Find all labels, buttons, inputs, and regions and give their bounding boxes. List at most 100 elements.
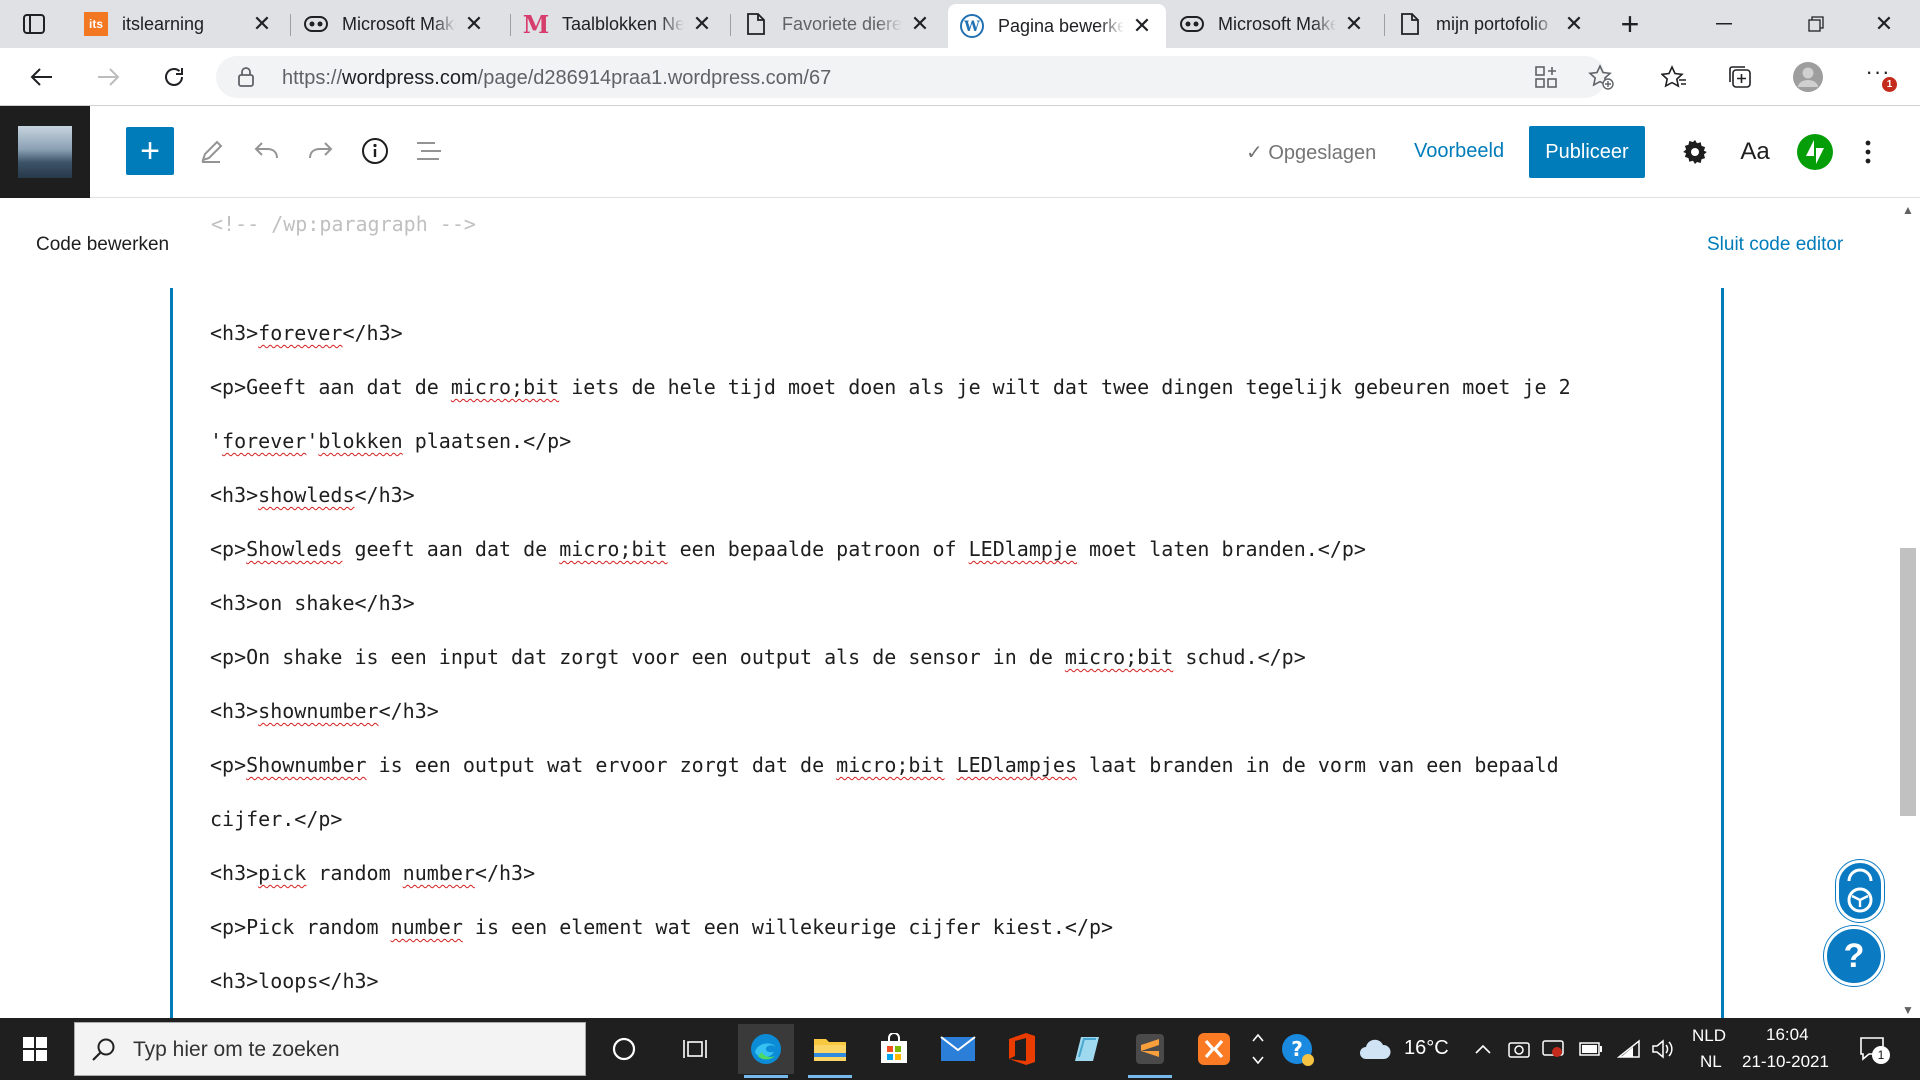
add-favorite-icon[interactable] xyxy=(1588,64,1614,95)
code-line: <h3>shownumber</h3> xyxy=(210,699,439,723)
action-center-icon[interactable]: 1 xyxy=(1858,1034,1890,1064)
code-line: cijfer.</p> xyxy=(210,807,343,831)
volume-icon[interactable] xyxy=(1650,1036,1676,1062)
publish-button[interactable]: Publiceer xyxy=(1529,126,1645,178)
tab-divider xyxy=(290,14,291,36)
tab-pagina-bewerken[interactable]: W Pagina bewerken ✕ xyxy=(948,4,1166,48)
code-line: <h3>on shake</h3> xyxy=(210,591,415,615)
close-icon[interactable]: ✕ xyxy=(250,11,274,36)
store-icon[interactable] xyxy=(866,1024,922,1074)
refresh-button[interactable] xyxy=(156,59,192,95)
show-hidden-icons-chevron-icon[interactable] xyxy=(1470,1036,1496,1062)
page-scrollbar[interactable]: ▲ ▼ xyxy=(1896,198,1920,1018)
tab-makecode-2[interactable]: Microsoft MakeCode ✕ xyxy=(1168,4,1378,44)
previous-code-line: <!-- /wp:paragraph --> xyxy=(211,212,476,236)
close-code-editor-button[interactable]: Sluit code editor xyxy=(1707,234,1843,256)
help-button[interactable]: ? xyxy=(1824,926,1884,986)
code-line: <h3>forever</h3> xyxy=(210,321,403,345)
tab-taalblokken[interactable]: M Taalblokken Nederlands ✕ xyxy=(512,4,726,44)
clock-date[interactable]: 21-10-2021 xyxy=(1742,1052,1829,1072)
minimize-button[interactable] xyxy=(1700,6,1748,42)
back-button[interactable] xyxy=(24,59,60,95)
info-icon[interactable] xyxy=(356,132,394,170)
mail-icon[interactable] xyxy=(930,1024,986,1074)
code-line: <p>Showleds geeft aan dat de micro;bit e… xyxy=(210,537,1366,561)
weather-cloud-icon[interactable] xyxy=(1358,1036,1392,1062)
xampp-icon[interactable] xyxy=(1186,1024,1242,1074)
tab-portfolio[interactable]: mijn portofolio ✕ xyxy=(1386,4,1598,44)
scroll-down-icon[interactable]: ▼ xyxy=(1896,1002,1920,1018)
weather-temperature[interactable]: 16°C xyxy=(1404,1037,1449,1060)
url-text: https://wordpress.com/page/d286914praa1.… xyxy=(282,67,832,89)
close-icon[interactable]: ✕ xyxy=(690,11,714,36)
tab-title: Pagina bewerken xyxy=(998,15,1124,36)
accessibility-widget-icon[interactable] xyxy=(1836,860,1884,922)
close-icon[interactable]: ✕ xyxy=(1130,13,1154,38)
sublime-text-icon[interactable] xyxy=(1122,1024,1178,1078)
settings-gear-icon[interactable] xyxy=(1673,130,1717,174)
more-options-icon[interactable] xyxy=(1846,130,1890,174)
battery-icon[interactable] xyxy=(1578,1036,1604,1062)
close-icon[interactable]: ✕ xyxy=(908,11,932,36)
code-line: <p>Geeft aan dat de micro;bit iets de he… xyxy=(210,375,1571,399)
tab-favoriete-dieren[interactable]: Favoriete dieren ✕ xyxy=(732,4,944,44)
redo-icon[interactable] xyxy=(302,132,340,170)
tab-title: Microsoft MakeCode xyxy=(1218,13,1336,34)
keyboard-layout[interactable]: NL xyxy=(1700,1052,1722,1072)
collections-icon[interactable] xyxy=(1722,59,1758,95)
tab-makecode[interactable]: Microsoft MakeCode ✕ xyxy=(292,4,498,44)
close-icon[interactable]: ✕ xyxy=(1562,11,1586,36)
close-icon[interactable]: ✕ xyxy=(1342,11,1366,36)
browser-toolbar: https://wordpress.com/page/d286914praa1.… xyxy=(0,48,1920,106)
itslearning-icon: its xyxy=(84,12,108,36)
taskbar-scroll-icon[interactable] xyxy=(1244,1024,1272,1074)
cortana-icon[interactable] xyxy=(596,1024,652,1074)
preview-button[interactable]: Voorbeeld xyxy=(1414,140,1504,163)
block-inserter-button[interactable]: + xyxy=(126,127,174,175)
taskbar-search-field[interactable]: Typ hier om te zoeken xyxy=(74,1022,586,1076)
typography-icon[interactable]: Aa xyxy=(1733,130,1777,174)
tab-itslearning[interactable]: its itslearning ✕ xyxy=(72,4,286,44)
forward-button[interactable] xyxy=(90,59,126,95)
tab-title: Microsoft MakeCode xyxy=(342,13,456,34)
edge-app-icon[interactable] xyxy=(738,1024,794,1078)
code-line: <h3>showleds</h3> xyxy=(210,483,415,507)
undo-icon[interactable] xyxy=(247,132,285,170)
scroll-up-icon[interactable]: ▲ xyxy=(1896,202,1920,218)
new-tab-button[interactable]: + xyxy=(1614,6,1646,42)
wifi-icon[interactable] xyxy=(1616,1036,1642,1062)
help-tray-icon[interactable]: ? xyxy=(1280,1032,1316,1068)
search-placeholder: Typ hier om te zoeken xyxy=(133,1038,340,1061)
code-line: <p>Shownumber is een output wat ervoor z… xyxy=(210,753,1559,777)
office-icon[interactable] xyxy=(994,1024,1050,1074)
profile-avatar[interactable] xyxy=(1790,59,1826,95)
clock-time[interactable]: 16:04 xyxy=(1766,1025,1809,1045)
site-logo-image xyxy=(18,126,72,178)
jetpack-icon[interactable] xyxy=(1797,134,1833,170)
input-language[interactable]: NLD xyxy=(1692,1026,1726,1046)
notification-count: 1 xyxy=(1872,1046,1890,1064)
tab-actions-icon[interactable] xyxy=(14,10,54,38)
file-explorer-icon[interactable] xyxy=(802,1024,858,1078)
list-view-icon[interactable] xyxy=(410,132,448,170)
svg-text:?: ? xyxy=(1291,1037,1303,1061)
task-view-icon[interactable] xyxy=(668,1024,724,1074)
close-window-button[interactable]: ✕ xyxy=(1860,6,1908,42)
settings-more-icon[interactable]: ··· 1 xyxy=(1860,59,1897,95)
windows-start-icon[interactable] xyxy=(0,1018,70,1080)
site-icon[interactable] xyxy=(0,106,90,198)
app-available-icon[interactable] xyxy=(1534,65,1558,94)
document-icon xyxy=(744,12,768,36)
edit-pencil-icon[interactable] xyxy=(193,132,231,170)
favorites-icon[interactable] xyxy=(1656,59,1692,95)
notepad-app-icon[interactable] xyxy=(1058,1024,1114,1074)
address-bar[interactable]: https://wordpress.com/page/d286914praa1.… xyxy=(216,56,1614,98)
scrollbar-thumb[interactable] xyxy=(1900,548,1916,816)
camera-icon[interactable] xyxy=(1506,1036,1532,1062)
code-lines[interactable]: <h3>forever</h3> <p>Geeft aan dat de mic… xyxy=(210,320,1571,1018)
close-icon[interactable]: ✕ xyxy=(462,11,486,36)
network-warning-icon[interactable] xyxy=(1540,1036,1566,1062)
lock-icon[interactable] xyxy=(238,67,254,92)
tab-divider xyxy=(1384,14,1385,36)
restore-button[interactable] xyxy=(1792,6,1840,42)
